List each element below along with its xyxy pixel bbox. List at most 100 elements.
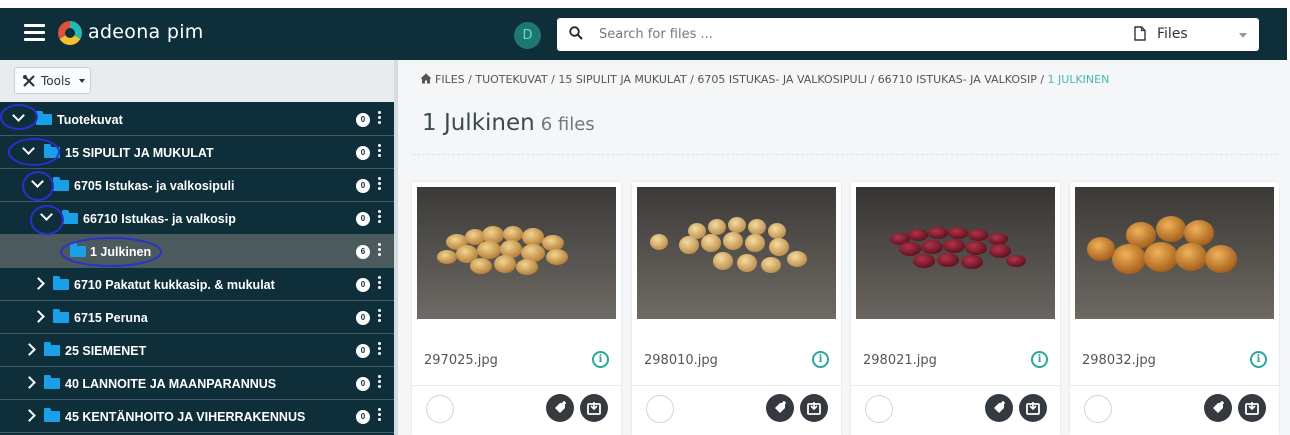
logo-icon [58,21,82,45]
menu-icon[interactable] [24,24,45,41]
download-icon [1245,402,1259,415]
download-button[interactable] [580,394,608,422]
breadcrumb-separator: / [547,73,559,86]
tools-label: Tools [41,74,71,88]
more-options-icon[interactable] [378,243,381,259]
tree-item-label: 15 SIPULIT JA MUKULAT [65,146,214,160]
tree-item[interactable]: 66710 Istukas- ja valkosip 0 [0,202,394,235]
breadcrumb-separator: / [866,73,878,86]
chevron-right-icon[interactable] [23,343,36,356]
search-box: Files [557,18,1259,51]
add-to-collection-button[interactable] [766,394,794,422]
tree-item[interactable]: 6705 Istukas- ja valkosipuli 0 [0,169,394,202]
file-name[interactable]: 298032.jpg [1082,353,1156,368]
tree-item[interactable]: 15 SIPULIT JA MUKULAT 0 [0,136,394,169]
chevron-right-icon[interactable] [23,409,36,422]
breadcrumb-separator: / [1036,73,1048,86]
count-badge: 0 [356,410,370,424]
more-options-icon[interactable] [378,276,381,292]
download-button[interactable] [1019,394,1047,422]
top-bar: adeona pim D Files [0,8,1287,60]
tree-item[interactable]: 45 KENTÄNHOITO JA VIHERRAKENNUS 0 [0,400,394,433]
file-name[interactable]: 297025.jpg [424,353,498,368]
add-tag-icon [1213,401,1224,413]
chevron-down-icon[interactable] [12,109,25,122]
tree-item-label: 1 Julkinen [90,245,152,259]
info-icon[interactable]: i [1031,351,1048,368]
more-options-icon[interactable] [378,111,381,127]
tree-item[interactable]: 40 LANNOITE JA MAANPARANNUS 0 [0,367,394,400]
chevron-down-icon [1239,33,1247,38]
more-options-icon[interactable] [378,375,381,391]
more-options-icon[interactable] [378,342,381,358]
search-icon [569,26,583,40]
more-options-icon[interactable] [378,177,381,193]
info-icon[interactable]: i [1250,351,1267,368]
info-icon[interactable]: i [592,351,609,368]
breadcrumb-item[interactable]: 15 SIPULIT JA MUKULAT [558,73,686,86]
tree-item[interactable]: Tuotekuvat 0 [0,103,394,136]
info-icon[interactable]: i [812,351,829,368]
chevron-down-icon[interactable] [22,142,35,155]
home-icon[interactable] [420,73,432,84]
tree-item-label: 6705 Istukas- ja valkosipuli [74,179,235,193]
file-card[interactable]: 298032.jpg i [1070,182,1279,435]
tools-button[interactable]: Tools [14,67,91,94]
breadcrumb: FILES / TUOTEKUVAT / 15 SIPULIT JA MUKUL… [420,73,1109,86]
file-thumbnail[interactable] [637,187,836,319]
file-card[interactable]: 298010.jpg i [632,182,841,435]
file-thumbnail[interactable] [417,187,616,319]
download-button[interactable] [800,394,828,422]
breadcrumb-item[interactable]: 66710 ISTUKAS- JA VALKOSIP [878,73,1037,86]
file-thumbnail[interactable] [856,187,1055,319]
more-options-icon[interactable] [378,144,381,160]
count-badge: 0 [356,344,370,358]
tree-item[interactable]: 25 SIEMENET 0 [0,334,394,367]
breadcrumb-current: 1 JULKINEN [1047,73,1110,86]
sidebar: Tools Tuotekuvat 0 15 SIPULIT JA MUKULAT… [0,60,398,435]
select-checkbox[interactable] [865,395,893,423]
chevron-down-icon[interactable] [40,208,53,221]
file-name[interactable]: 298021.jpg [863,353,937,368]
tree-item-label: Tuotekuvat [57,113,123,127]
file-thumbnail[interactable] [1075,187,1274,319]
folder-icon [53,177,69,191]
card-divider [851,385,1060,386]
file-type-select[interactable]: Files [1134,18,1259,51]
tree-item[interactable]: 6715 Peruna 0 [0,301,394,334]
chevron-right-icon[interactable] [32,310,45,323]
file-card[interactable]: 298021.jpg i [851,182,1060,435]
more-options-icon[interactable] [378,210,381,226]
folder-icon [36,111,52,125]
onion-photo [856,187,1055,319]
select-checkbox[interactable] [1084,395,1112,423]
tree-item-label: 6710 Pakatut kukkasip. & mukulat [74,278,275,292]
breadcrumb-item[interactable]: 6705 ISTUKAS- JA VALKOSIPULI [697,73,867,86]
sidebar-toolbar: Tools [0,60,394,102]
chevron-down-icon[interactable] [31,175,44,188]
file-name[interactable]: 298010.jpg [644,353,718,368]
more-options-icon[interactable] [378,309,381,325]
count-badge: 0 [356,179,370,193]
add-to-collection-button[interactable] [1204,394,1232,422]
chevron-right-icon[interactable] [23,376,36,389]
select-checkbox[interactable] [426,395,454,423]
search-input[interactable] [599,18,1119,51]
tree-item-selected[interactable]: 1 Julkinen 6 [0,235,394,268]
onion-photo [637,187,836,319]
select-checkbox[interactable] [646,395,674,423]
tools-icon [23,75,35,87]
tree-item[interactable]: 6710 Pakatut kukkasip. & mukulat 0 [0,268,394,301]
breadcrumb-item[interactable]: TUOTEKUVAT [475,73,547,86]
add-to-collection-button[interactable] [985,394,1013,422]
download-button[interactable] [1238,394,1266,422]
add-to-collection-button[interactable] [546,394,574,422]
folder-icon [53,276,69,290]
chevron-right-icon[interactable] [32,277,45,290]
page-title: 1 Julkinen 6 files [422,110,595,136]
more-options-icon[interactable] [378,408,381,424]
file-card[interactable]: 297025.jpg i [412,182,621,435]
breadcrumb-item[interactable]: FILES [435,73,465,86]
main-content: FILES / TUOTEKUVAT / 15 SIPULIT JA MUKUL… [398,60,1290,435]
scope-chip[interactable]: D [514,22,541,49]
